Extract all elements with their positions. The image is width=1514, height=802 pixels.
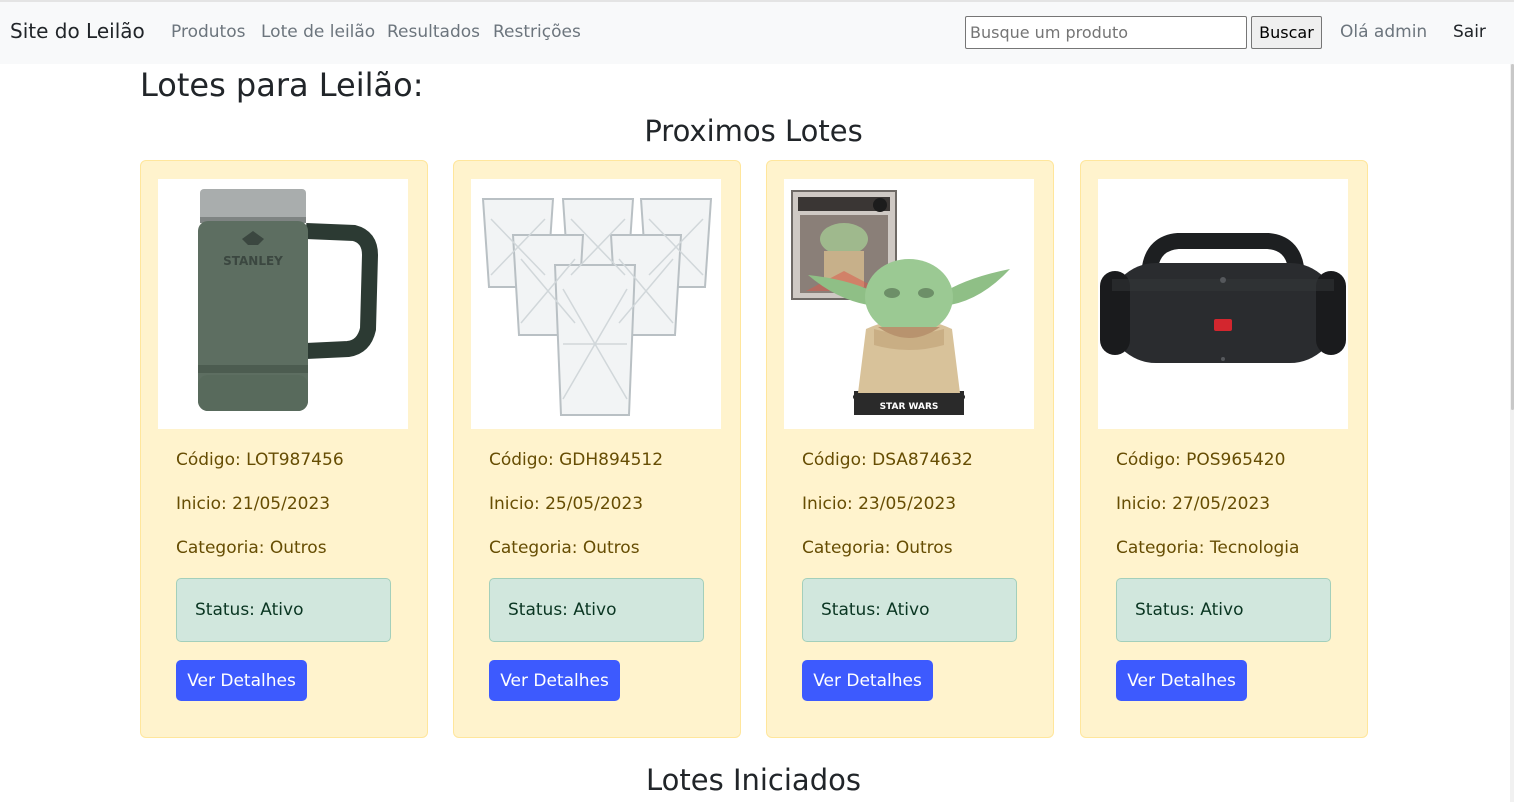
view-details-button[interactable]: Ver Detalhes <box>1116 660 1247 701</box>
status-text: Status: Ativo <box>508 600 617 620</box>
page-title: Lotes para Leilão: <box>140 66 424 104</box>
user-greeting[interactable]: Olá admin <box>1340 22 1427 42</box>
view-details-button[interactable]: Ver Detalhes <box>176 660 307 701</box>
lot-category: Categoria: Outros <box>176 538 327 558</box>
lot-code: Código: GDH894512 <box>489 450 664 470</box>
glasses-set-image <box>471 179 721 429</box>
svg-text:STAR WARS: STAR WARS <box>880 402 939 412</box>
lot-card: STAR WARS Código: DSA874632 Inicio: 23/0… <box>766 160 1054 738</box>
nav-link-lote-de-leilao[interactable]: Lote de leilão <box>261 22 375 42</box>
speaker-image <box>1098 179 1348 429</box>
lot-code: Código: POS965420 <box>1116 450 1286 470</box>
status-alert: Status: Ativo <box>176 578 391 642</box>
lot-category: Categoria: Outros <box>489 538 640 558</box>
logout-link[interactable]: Sair <box>1453 22 1486 42</box>
view-details-button[interactable]: Ver Detalhes <box>802 660 933 701</box>
svg-text:STANLEY: STANLEY <box>223 254 283 268</box>
status-text: Status: Ativo <box>1135 600 1244 620</box>
lot-card: Código: POS965420 Inicio: 27/05/2023 Cat… <box>1080 160 1368 738</box>
status-text: Status: Ativo <box>195 600 304 620</box>
lot-start-date: Inicio: 25/05/2023 <box>489 494 644 514</box>
lot-card: STANLEY Código: LOT987456 Inicio: 21/05/… <box>140 160 428 738</box>
status-alert: Status: Ativo <box>489 578 704 642</box>
status-alert: Status: Ativo <box>1116 578 1331 642</box>
lot-start-date: Inicio: 27/05/2023 <box>1116 494 1271 514</box>
nav-link-produtos[interactable]: Produtos <box>171 22 245 42</box>
search-input[interactable] <box>965 16 1247 49</box>
status-alert: Status: Ativo <box>802 578 1017 642</box>
nav-link-restricoes[interactable]: Restrições <box>493 22 581 42</box>
brand-link[interactable]: Site do Leilão <box>10 19 145 43</box>
lot-card: Código: GDH894512 Inicio: 25/05/2023 Cat… <box>453 160 741 738</box>
lot-category: Categoria: Outros <box>802 538 953 558</box>
started-lots-heading: Lotes Iniciados <box>646 763 861 797</box>
lot-code: Código: LOT987456 <box>176 450 344 470</box>
view-details-button[interactable]: Ver Detalhes <box>489 660 620 701</box>
lot-start-date: Inicio: 23/05/2023 <box>802 494 957 514</box>
search-button[interactable]: Buscar <box>1251 16 1322 49</box>
figure-toy-image: STAR WARS <box>784 179 1034 429</box>
nav-link-resultados[interactable]: Resultados <box>387 22 480 42</box>
navbar: Site do Leilão Produtos Lote de leilão R… <box>0 2 1514 64</box>
upcoming-lots-heading: Proximos Lotes <box>644 114 863 148</box>
beer-mug-image: STANLEY <box>158 179 408 429</box>
lot-code: Código: DSA874632 <box>802 450 973 470</box>
status-text: Status: Ativo <box>821 600 930 620</box>
lot-start-date: Inicio: 21/05/2023 <box>176 494 331 514</box>
lot-category: Categoria: Tecnologia <box>1116 538 1300 558</box>
